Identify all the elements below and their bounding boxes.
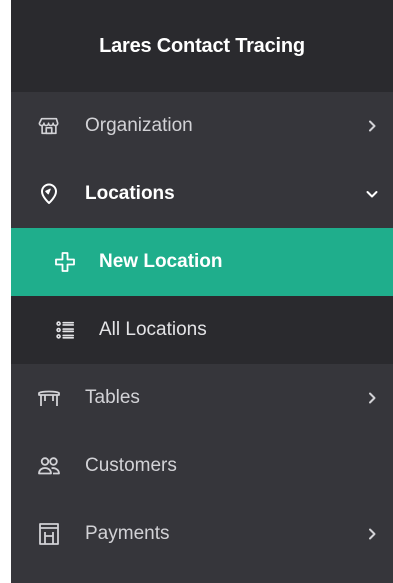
locations-submenu: New Location All Locations (11, 228, 393, 364)
sidebar: Lares Contact Tracing Organization Locat… (11, 0, 393, 583)
store-icon (37, 114, 61, 138)
chevron-down-icon (365, 187, 379, 201)
chevron-right-icon (365, 527, 379, 541)
sidebar-item-label: Organization (85, 115, 193, 136)
plus-icon (53, 250, 77, 274)
sidebar-item-label: Payments (85, 523, 170, 544)
sidebar-item-label: All Locations (99, 319, 207, 340)
users-icon (37, 454, 61, 478)
sidebar-item-label: Locations (85, 183, 175, 204)
app-title: Lares Contact Tracing (99, 34, 305, 57)
list-icon (53, 318, 77, 342)
sidebar-subitem-all-locations[interactable]: All Locations (11, 296, 393, 364)
chevron-right-icon (365, 119, 379, 133)
sidebar-item-payments[interactable]: Payments (11, 500, 393, 568)
sidebar-subitem-new-location[interactable]: New Location (11, 228, 393, 296)
chevron-right-icon (365, 391, 379, 405)
sidebar-item-organization[interactable]: Organization (11, 92, 393, 160)
sidebar-header: Lares Contact Tracing (11, 0, 393, 92)
sidebar-item-label: Tables (85, 387, 140, 408)
sidebar-item-label: New Location (99, 251, 223, 272)
sidebar-item-label: Customers (85, 455, 177, 476)
map-pin-icon (37, 182, 61, 206)
table-icon (37, 386, 61, 410)
sidebar-item-customers[interactable]: Customers (11, 432, 393, 500)
sidebar-item-locations[interactable]: Locations (11, 160, 393, 228)
sidebar-item-tables[interactable]: Tables (11, 364, 393, 432)
invoice-icon (37, 522, 61, 546)
